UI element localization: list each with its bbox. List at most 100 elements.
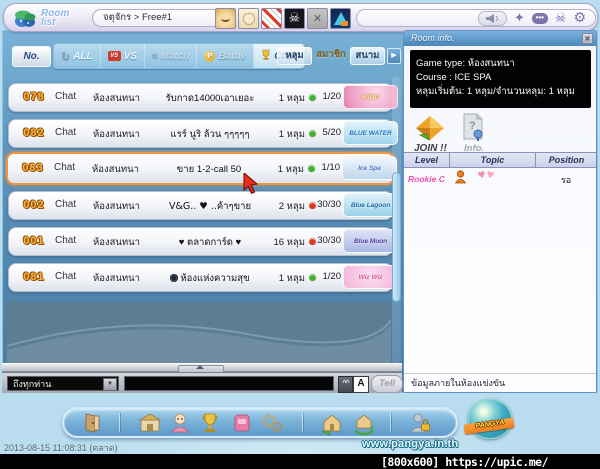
chat-bar: ถึงทุกท่าน ▼ ^^ A Tell <box>2 372 403 393</box>
room-players: 30/30 <box>317 235 341 246</box>
website-url: www.pangya.in.th <box>362 438 459 450</box>
course-thumbnail: Blue Moon <box>343 229 398 253</box>
tournament-trophy-icon[interactable] <box>198 411 222 435</box>
join-house-icon <box>416 116 444 141</box>
room-players: 1/10 <box>321 162 341 173</box>
pencil-item-avatar[interactable] <box>261 8 282 29</box>
vs-icon: VS <box>107 51 121 61</box>
holes-line: หลุมเริ่มต้น: 1 หลุม/จำนวนหลุม: 1 หลุม <box>416 86 575 97</box>
room-row-081[interactable]: 081 Chat ห้องสนทนา ห้องแห่งความสุข 1 หลุ… <box>8 263 398 292</box>
empty-slot-avatar[interactable]: ✕ <box>307 8 328 29</box>
disc-icon <box>170 274 179 282</box>
roomlist-logo: Room list <box>41 8 70 28</box>
avatar-strip: ☠ ✕ <box>215 8 351 29</box>
room-holes: 1 หลุม <box>278 93 305 104</box>
settings-gears-icon[interactable] <box>260 411 284 435</box>
chat-input[interactable] <box>124 376 334 391</box>
room-info-header: Room info. ✕ <box>404 31 596 46</box>
list-footer-area <box>7 302 391 363</box>
sort-members-button[interactable]: สมาชิก <box>314 47 348 63</box>
room-number: 078 <box>23 91 45 103</box>
blonde-character-avatar[interactable] <box>215 8 236 29</box>
room-list-scrollbar[interactable] <box>392 76 401 364</box>
room-type-tabs: ↻ALL VSVS ≈Match PBattle Chat <box>53 43 306 69</box>
channel-icon[interactable] <box>352 411 376 435</box>
tab-all[interactable]: ↻ ALL <box>54 44 101 68</box>
room-type: Chat <box>55 91 77 102</box>
locker-icon[interactable] <box>230 411 254 435</box>
exit-door-icon[interactable] <box>80 411 104 435</box>
room-row-082[interactable]: 082 Chat ห้องสนทนา แรร์ นูริ ล้วน ๆๆๆๆๆ … <box>8 119 398 148</box>
column-position[interactable]: Position <box>536 152 596 168</box>
member-table-header: Level Topic Position <box>404 152 596 168</box>
toolbar-divider <box>119 413 120 432</box>
lock-user-icon[interactable] <box>408 411 432 435</box>
room-holes: 16 หลุม <box>273 237 305 248</box>
my-room-icon[interactable] <box>320 411 344 436</box>
refresh-icon: ↻ <box>61 49 71 63</box>
room-number: 001 <box>23 235 45 247</box>
room-players: 1/20 <box>322 91 342 102</box>
room-row-002[interactable]: 002 Chat ห้องสนทนา V&G.. ♥ ..ค้าๆขาย 2 ห… <box>8 191 398 220</box>
room-number: 082 <box>23 127 45 139</box>
room-type: Chat <box>55 271 77 282</box>
sort-course-button[interactable]: สนาม <box>350 47 385 65</box>
room-summary-box: Game type: ห้องสนทนา Course : ICE SPA หล… <box>410 50 591 108</box>
tell-button[interactable]: Tell <box>371 375 403 393</box>
sparkle-icon[interactable]: ✦ <box>514 12 525 25</box>
timestamp: 2013-08-15 11:08:31 (ตลาด) <box>4 443 118 453</box>
chat-target-select[interactable]: ถึงทุกท่าน ▼ <box>7 376 119 391</box>
tab-battle[interactable]: P Battle <box>197 44 255 68</box>
tab-vs[interactable]: VS VS <box>100 44 146 68</box>
roomlist-logo-icon <box>13 8 37 28</box>
room-row-083-selected[interactable]: 083 Chat ห้องสนทนา ขาย 1-2-call 50 1 หลุ… <box>6 152 397 185</box>
mouse-cursor <box>243 173 259 194</box>
room-row-001[interactable]: 001 Chat ห้องสนทนา ♥ ตลาดการ์ด ♥ 16 หลุม… <box>8 227 398 256</box>
room-players: 30/30 <box>317 199 341 210</box>
cat-character-avatar[interactable] <box>238 8 259 29</box>
skull-icon[interactable]: ☠ <box>555 12 567 25</box>
course-thumbnail: BLUE WATER <box>343 121 398 145</box>
chat-bubble-icon[interactable]: ••• <box>531 12 548 24</box>
pangya-lobby-screen: Room list จตุจักร > Free#1 ☠ ✕ ✦ ••• ☠ ⚙… <box>0 0 600 469</box>
column-topic[interactable]: Topic <box>450 152 536 168</box>
room-info-title: Room info. <box>411 33 455 43</box>
room-number: 081 <box>23 271 45 283</box>
room-row-078[interactable]: 078 Chat ห้องสนทนา รับกาด14000เอาเยอะ 1 … <box>8 83 398 112</box>
course-thumbnail: Wiz Wiz <box>343 265 398 289</box>
member-position: รอ <box>560 175 572 185</box>
room-holes: 2 หลุม <box>278 201 305 212</box>
flag-item-avatar[interactable] <box>330 8 351 29</box>
room-players: 5/20 <box>322 127 342 138</box>
room-holes: 1 หลุม <box>278 129 305 140</box>
font-size-button[interactable]: ^^ <box>338 376 353 393</box>
close-icon[interactable]: ✕ <box>582 33 593 44</box>
chevron-down-icon[interactable]: ▼ <box>103 378 117 391</box>
sort-number-button[interactable]: No. <box>12 46 51 67</box>
bottom-toolbar <box>62 407 458 438</box>
svg-text:?: ? <box>469 120 476 132</box>
shop-icon[interactable] <box>138 411 162 435</box>
room-type: Chat <box>55 235 77 246</box>
top-bar: Room list จตุจักร > Free#1 ☠ ✕ ✦ ••• ☠ ⚙ <box>3 3 598 32</box>
room-type: Chat <box>55 127 77 138</box>
more-sort-arrow-button[interactable]: ▶ <box>387 48 401 64</box>
trophy-icon <box>261 49 271 63</box>
breadcrumb[interactable]: จตุจักร > Free#1 <box>92 9 222 27</box>
column-level[interactable]: Level <box>404 152 450 168</box>
caddie-icon[interactable] <box>168 411 192 435</box>
font-button[interactable]: A <box>353 376 369 393</box>
room-players: 1/20 <box>322 271 342 282</box>
scrollbar-thumb[interactable] <box>392 172 401 302</box>
room-info-footer: ข้อมูลภายในห้องแข่งขัน <box>404 373 596 392</box>
sort-holes-button[interactable]: หลุม <box>277 47 312 65</box>
utility-pill: ✦ ••• ☠ ⚙ <box>356 9 596 27</box>
tab-match[interactable]: ≈ Match <box>145 44 198 68</box>
gear-icon[interactable]: ⚙ <box>573 11 586 25</box>
info-doc-icon: ? <box>463 113 483 141</box>
splitter-bar[interactable] <box>2 363 402 373</box>
megaphone-icon[interactable] <box>477 10 507 26</box>
battle-coin-icon: P <box>204 50 216 62</box>
room-info-panel: Room info. ✕ Game type: ห้องสนทนา Course… <box>403 30 597 393</box>
skull-character-avatar[interactable]: ☠ <box>284 8 305 29</box>
